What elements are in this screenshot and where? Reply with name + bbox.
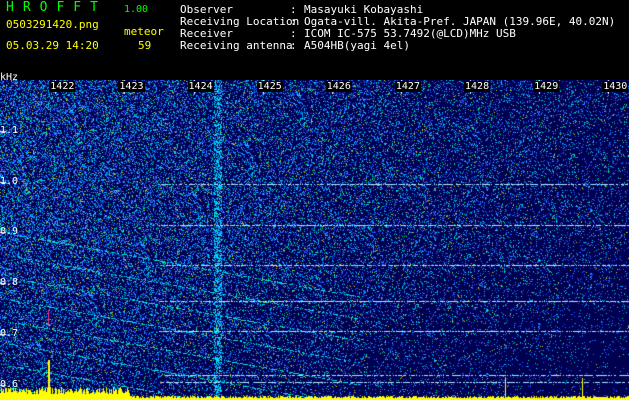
- antenna-colon: :: [290, 39, 297, 52]
- x-tick-label: 1423: [118, 81, 145, 92]
- x-tick-label: 1424: [187, 81, 214, 92]
- file-name: 0503291420.png: [6, 18, 99, 31]
- spectrogram-canvas[interactable]: [0, 80, 629, 400]
- y-tick-label: 0.9: [0, 226, 19, 238]
- meteor-count: 59: [138, 39, 152, 52]
- antenna-label: Receiving antenna: [180, 39, 293, 52]
- x-tick-label: 1430: [602, 81, 629, 92]
- x-tick-label: 1422: [49, 81, 76, 92]
- x-tick-label: 1426: [325, 81, 352, 92]
- date-time: 05.03.29 14:20: [6, 39, 99, 52]
- meteor-label: meteor: [124, 25, 164, 38]
- y-tick-label: 1.0: [0, 175, 19, 187]
- app-name: HROFFT: [6, 0, 107, 15]
- x-tick-label: 1425: [256, 81, 283, 92]
- y-tick-label: 0.6: [0, 378, 19, 390]
- x-tick-label: 1428: [464, 81, 491, 92]
- x-tick-label: 1429: [533, 81, 560, 92]
- x-tick-label: 1427: [394, 81, 421, 92]
- y-tick-label: 0.7: [0, 327, 19, 339]
- y-tick-label: 0.8: [0, 277, 19, 289]
- hrofft-window: HROFFT 1.00 0503291420.png meteor 05.03.…: [0, 0, 629, 400]
- app-version: 1.00: [124, 4, 149, 15]
- y-tick-label: 1.1: [0, 124, 19, 136]
- antenna-value: A504HB(yagi 4el): [304, 39, 410, 52]
